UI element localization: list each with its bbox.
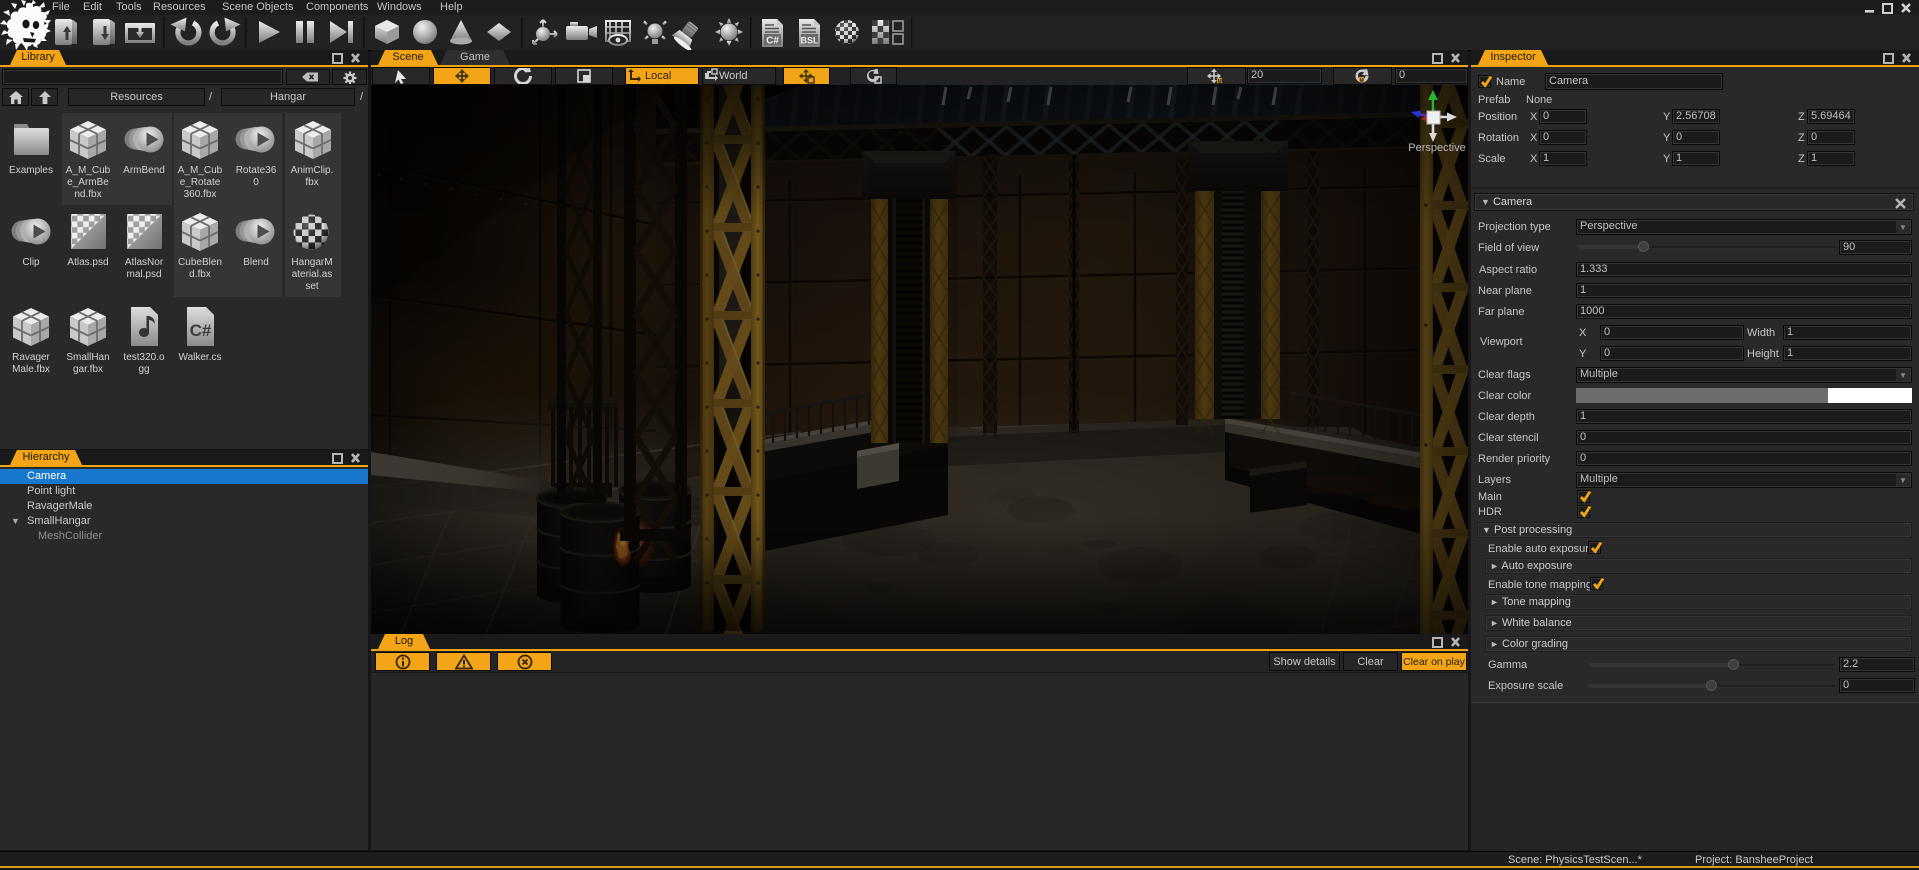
svg-text:Perspective: Perspective — [1408, 142, 1465, 154]
svg-text:BSL: BSL — [801, 36, 820, 46]
svg-text:C#: C# — [766, 36, 779, 47]
